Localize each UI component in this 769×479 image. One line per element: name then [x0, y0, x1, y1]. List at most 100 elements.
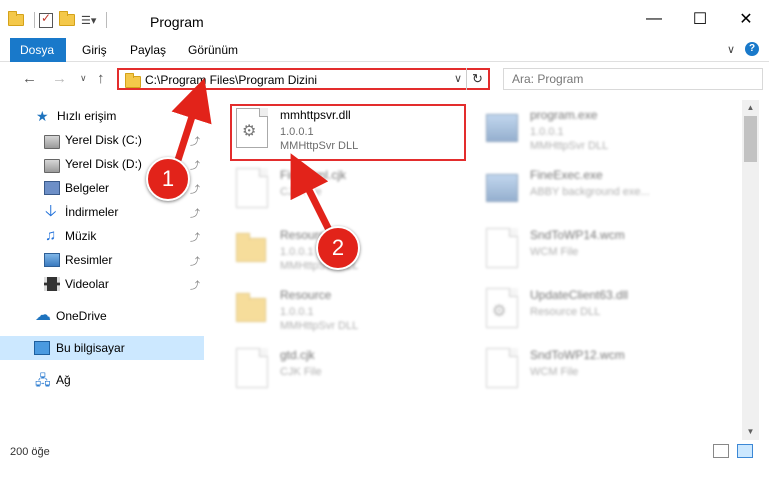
quick-access-toolbar: ☰▾	[8, 10, 111, 30]
pin-icon: ⤴	[190, 232, 200, 244]
file-icon	[236, 168, 268, 208]
scroll-thumb[interactable]	[744, 116, 757, 162]
file-icon	[486, 228, 518, 268]
tab-dosya[interactable]: Dosya	[10, 38, 66, 62]
pictures-icon	[44, 253, 60, 267]
sidebar-item-label: Resimler	[65, 253, 113, 267]
help-icon[interactable]: ?	[745, 42, 759, 56]
file-item[interactable]: Resource 1.0.0.1 MMHttpSvr DLL	[232, 282, 472, 338]
sidebar-item-label: İndirmeler	[65, 205, 119, 219]
dll-icon: ⚙	[486, 288, 518, 328]
cloud-icon: ☁	[35, 307, 51, 324]
sidebar-item-network[interactable]: 🖧 Ağ	[0, 368, 204, 392]
address-dropdown-icon[interactable]: ∨	[454, 72, 462, 85]
documents-icon	[44, 181, 60, 195]
file-item[interactable]: ⚙ UpdateClient63.dll Resource DLL	[482, 282, 722, 338]
file-version: 1.0.0.1	[280, 246, 314, 258]
sidebar-item-label: Bu bilgisayar	[56, 341, 125, 355]
forward-button[interactable]: →	[52, 70, 67, 87]
sidebar-item-label: Yerel Disk (C:)	[65, 133, 142, 147]
customize-toolbar-icon[interactable]: ☰▾	[81, 14, 96, 27]
sidebar-item-label: Müzik	[65, 229, 97, 243]
search-placeholder: Ara: Program	[512, 72, 584, 86]
videos-icon	[44, 277, 60, 291]
large-icons-view-icon[interactable]	[737, 444, 753, 458]
folder-icon	[236, 228, 268, 268]
file-name: SndToWP12.wcm	[530, 348, 625, 362]
file-name: FineExec.exe	[530, 168, 603, 182]
file-item[interactable]: FineExec.exe ABBY background exe...	[482, 162, 722, 218]
highlight-box	[230, 104, 466, 161]
disk-icon	[44, 134, 60, 149]
title-bar: ☰▾ Program — ☐ ✕	[0, 0, 769, 38]
file-item[interactable]: gtd.cjk CJK File	[232, 342, 472, 398]
sidebar-item-videos[interactable]: Videolar ⤴	[0, 272, 204, 296]
file-item[interactable]: SndToWP14.wcm WCM File	[482, 222, 722, 278]
folder-icon	[236, 288, 268, 328]
search-input[interactable]: Ara: Program	[503, 68, 763, 90]
scroll-up-icon[interactable]: ▲	[742, 100, 759, 116]
file-name: Resource	[280, 288, 332, 302]
sidebar-item-label: Belgeler	[65, 181, 110, 195]
refresh-button[interactable]: ↻	[466, 68, 488, 90]
tab-gorunum[interactable]: Görünüm	[178, 38, 248, 62]
sidebar-item-pictures[interactable]: Resimler ⤴	[0, 248, 204, 272]
sidebar-item-disk-c[interactable]: Yerel Disk (C:) ⤴	[0, 128, 204, 152]
star-icon: ★	[36, 108, 49, 124]
file-item[interactable]: SndToWP12.wcm WCM File	[482, 342, 722, 398]
gear-icon: ⚙	[492, 303, 507, 320]
sidebar-item-label: Hızlı erişim	[57, 109, 117, 123]
item-count: 200 öğe	[10, 446, 50, 458]
sidebar-item-music[interactable]: ♫ Müzik ⤴	[0, 224, 204, 248]
status-bar: 200 öğe	[0, 440, 769, 479]
file-icon	[236, 348, 268, 388]
file-icon	[486, 348, 518, 388]
tab-paylas[interactable]: Paylaş	[120, 38, 176, 62]
network-icon: 🖧	[35, 372, 51, 388]
navigation-pane: ★ Hızlı erişim Yerel Disk (C:) ⤴ Yerel D…	[0, 100, 204, 440]
sidebar-item-label: Ağ	[56, 373, 71, 387]
step-badge-1: 1	[146, 157, 190, 201]
recent-locations-button[interactable]: ∨	[80, 73, 87, 84]
new-folder-icon[interactable]	[59, 11, 75, 26]
sidebar-item-label: Yerel Disk (D:)	[65, 157, 142, 171]
file-type: CJK File	[280, 366, 322, 378]
file-item[interactable]: program.exe 1.0.0.1 MMHttpSvr DLL	[482, 102, 722, 158]
separator	[106, 12, 108, 28]
file-description: Resource DLL	[530, 306, 601, 318]
sidebar-item-quick-access[interactable]: ★ Hızlı erişim	[0, 104, 204, 128]
download-icon: 🡣	[45, 203, 57, 220]
pin-icon: ⤴	[190, 256, 200, 268]
pin-icon: ⤴	[190, 280, 200, 292]
close-button[interactable]: ✕	[723, 0, 769, 38]
file-description: MMHttpSvr DLL	[530, 140, 609, 152]
file-name: UpdateClient63.dll	[530, 288, 629, 302]
music-icon: ♫	[45, 227, 57, 244]
vertical-scrollbar[interactable]: ▲ ▼	[742, 100, 759, 440]
up-button[interactable]: ↑	[97, 70, 105, 87]
window-title: Program	[150, 14, 204, 30]
file-item[interactable]: FineHtml.cjk CJK File	[232, 162, 472, 218]
ribbon: Dosya Giriş Paylaş Görünüm ∨ ?	[0, 38, 769, 62]
file-name: program.exe	[530, 108, 598, 122]
disk-icon	[44, 158, 60, 173]
file-name: SndToWP14.wcm	[530, 228, 625, 242]
file-version: 1.0.0.1	[530, 126, 564, 138]
minimize-button[interactable]: —	[631, 0, 677, 38]
pin-icon: ⤴	[190, 160, 200, 172]
details-view-icon[interactable]	[713, 444, 729, 458]
maximize-button[interactable]: ☐	[677, 0, 723, 38]
exe-icon	[486, 108, 518, 148]
sidebar-item-downloads[interactable]: 🡣 İndirmeler ⤴	[0, 200, 204, 224]
scroll-down-icon[interactable]: ▼	[742, 424, 759, 440]
expand-ribbon-icon[interactable]: ∨	[727, 43, 735, 56]
sidebar-item-this-pc[interactable]: Bu bilgisayar	[0, 336, 204, 360]
back-button[interactable]: ←	[22, 70, 37, 87]
properties-icon[interactable]	[39, 11, 53, 28]
file-type: WCM File	[530, 366, 579, 378]
address-bar[interactable]: C:\Program Files\Program Dizini ∨ ↻	[117, 68, 490, 90]
tab-giris[interactable]: Giriş	[72, 38, 117, 62]
sidebar-item-onedrive[interactable]: ☁ OneDrive	[0, 304, 204, 328]
address-path[interactable]: C:\Program Files\Program Dizini	[145, 73, 317, 87]
exe-icon	[486, 168, 518, 208]
